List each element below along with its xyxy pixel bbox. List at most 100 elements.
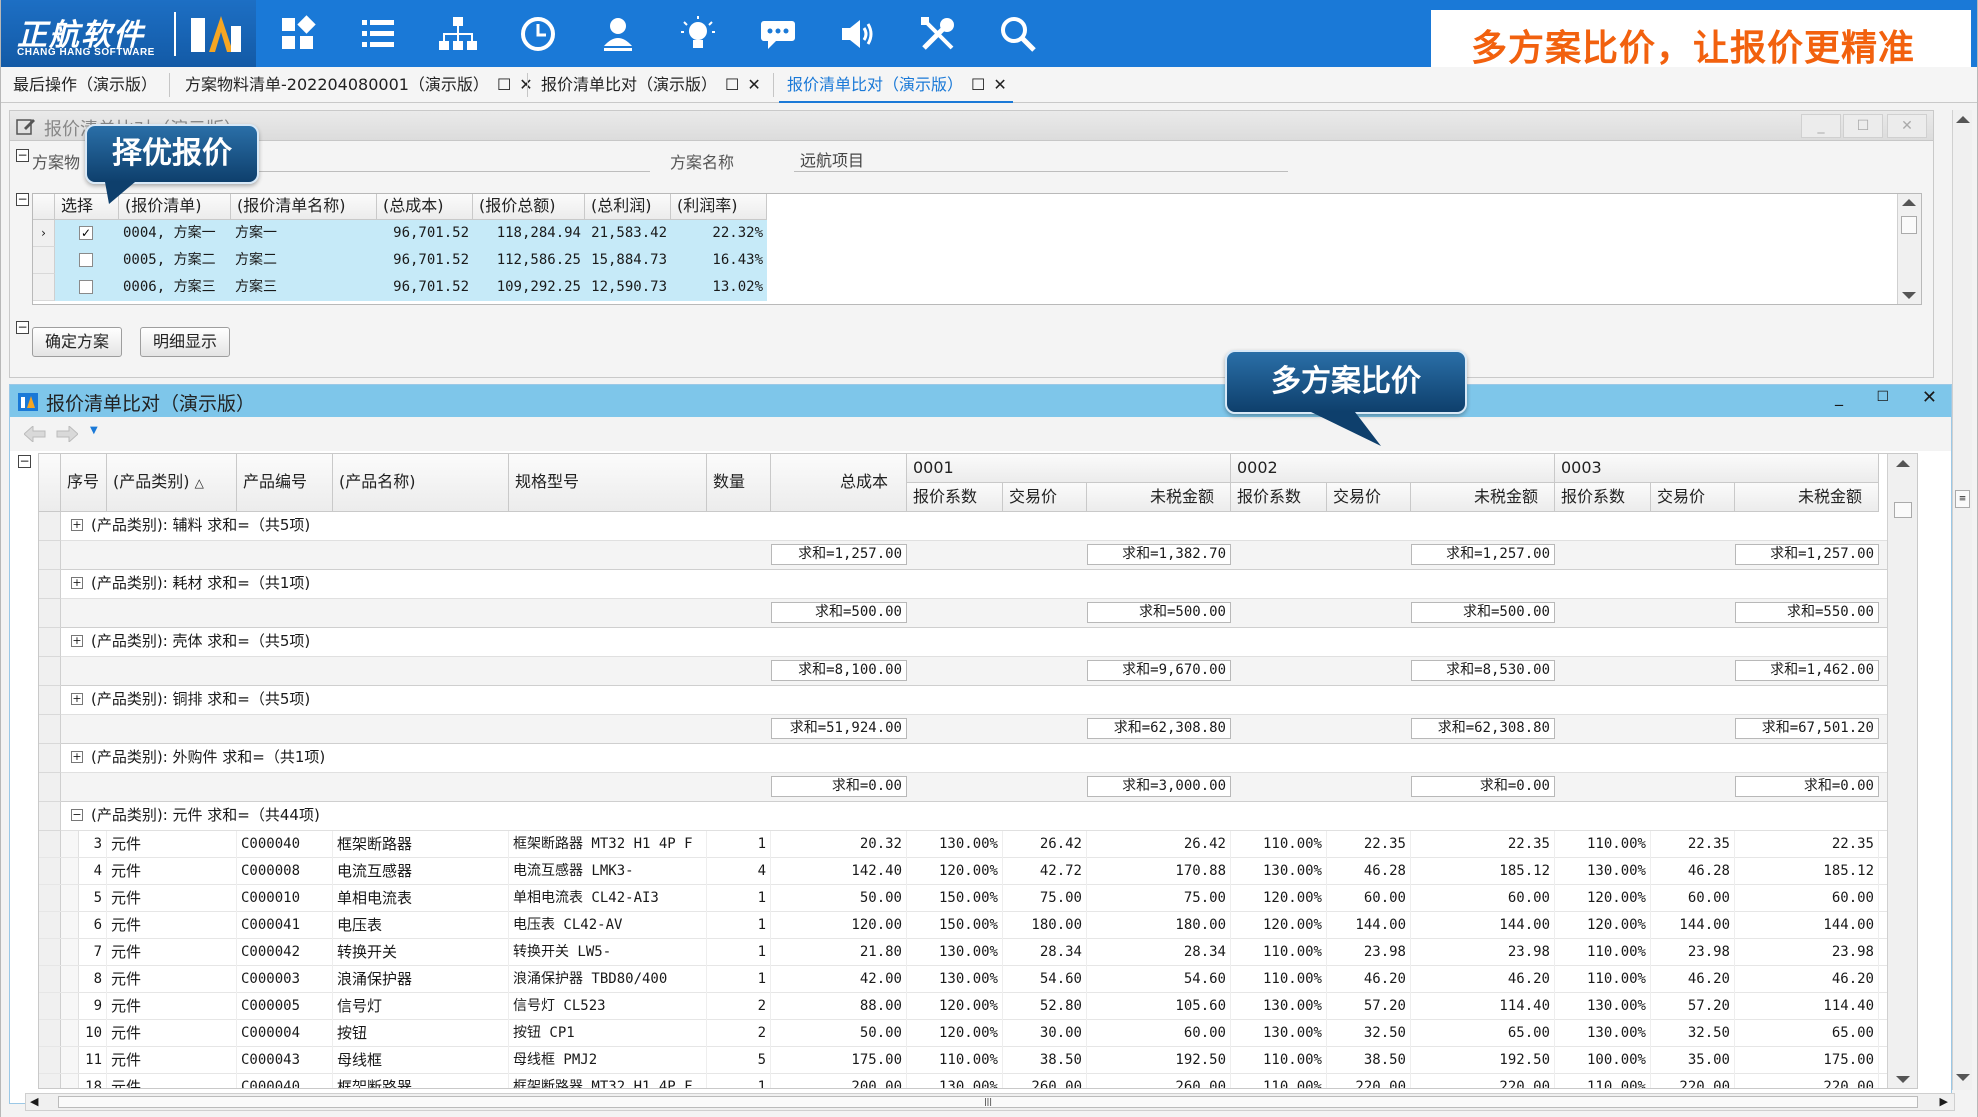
item-row[interactable]: 9 元件 C000005 信号灯 信号灯 CL523 2 88.00 120.00% 52.80… xyxy=(39,993,1889,1020)
tab-close-icon[interactable]: ✕ xyxy=(519,67,532,103)
speaker-icon[interactable] xyxy=(838,14,878,54)
close-icon[interactable]: ✕ xyxy=(1922,387,1937,408)
col-total-profit[interactable]: (总利润) xyxy=(585,194,671,220)
scroll-thumb[interactable] xyxy=(1894,502,1912,518)
search-icon[interactable] xyxy=(998,14,1038,54)
group-row-open[interactable]: − (产品类别): 元件 求和=（共44项) xyxy=(61,802,1916,831)
tab-last-operation[interactable]: 最后操作（演示版） xyxy=(13,67,157,103)
tab-quote-compare-1[interactable]: 报价清单比对（演示版） ☐ ✕ xyxy=(541,67,761,103)
col-quote-id[interactable]: (报价清单) xyxy=(119,194,231,220)
horizontal-scrollbar[interactable]: ◀ ||| ▶ xyxy=(25,1093,1955,1111)
collapse-icon[interactable]: − xyxy=(16,193,29,206)
grid-scrollbar[interactable] xyxy=(1897,194,1921,304)
tab-restore-icon[interactable]: ☐ xyxy=(971,67,985,103)
col-quote-name[interactable]: (报价清单名称) xyxy=(231,194,377,220)
col-amount-2[interactable]: 未税金额 xyxy=(1411,483,1555,512)
expand-icon[interactable]: + xyxy=(71,635,83,647)
collapse-icon[interactable]: − xyxy=(71,809,83,821)
col-price-1[interactable]: 交易价 xyxy=(1003,483,1087,512)
col-quote-total[interactable]: (报价总额) xyxy=(473,194,585,220)
maximize-button[interactable]: ☐ xyxy=(1843,114,1883,138)
group-row[interactable]: + (产品类别): 铜排 求和=（共5项) xyxy=(61,686,1916,715)
col-price-2[interactable]: 交易价 xyxy=(1327,483,1411,512)
expand-icon[interactable]: + xyxy=(71,519,83,531)
tab-restore-icon[interactable]: ☐ xyxy=(497,67,511,103)
tools-icon[interactable] xyxy=(918,14,958,54)
maximize-icon[interactable]: ☐ xyxy=(1876,389,1889,405)
org-chart-icon[interactable] xyxy=(438,14,478,54)
scroll-up-icon[interactable] xyxy=(1956,116,1970,123)
scroll-up-icon[interactable] xyxy=(1902,199,1916,206)
col-profit-rate[interactable]: (利润率) xyxy=(671,194,767,220)
forward-arrow-icon[interactable] xyxy=(56,426,78,442)
group-row[interactable]: + (产品类别): 辅料 求和=（共5项) xyxy=(61,512,1916,541)
field-value-plan-name[interactable]: 远航项目 xyxy=(800,147,864,171)
group-row[interactable]: + (产品类别): 耗材 求和=（共1项) xyxy=(61,570,1916,599)
chat-icon[interactable] xyxy=(758,14,798,54)
col-amount-1[interactable]: 未税金额 xyxy=(1087,483,1231,512)
scroll-down-icon[interactable] xyxy=(1956,1074,1970,1081)
collapse-icon[interactable]: − xyxy=(16,149,29,162)
item-row[interactable]: 5 元件 C000010 单相电流表 单相电流表 CL42-AI3 1 50.00 150.0… xyxy=(39,885,1889,912)
col-seq[interactable]: 序号 xyxy=(61,454,107,512)
tab-restore-icon[interactable]: ☐ xyxy=(725,67,739,103)
col-qty[interactable]: 数量 xyxy=(707,454,771,512)
item-row[interactable]: 6 元件 C000041 电压表 电压表 CL42-AV 1 120.00 150.00% 18… xyxy=(39,912,1889,939)
item-row[interactable]: 8 元件 C000003 浪涌保护器 浪涌保护器 TBD80/400 1 42.00 130.… xyxy=(39,966,1889,993)
scroll-down-icon[interactable] xyxy=(1896,1076,1910,1083)
minimize-button[interactable]: _ xyxy=(1801,114,1841,138)
group-row[interactable]: + (产品类别): 壳体 求和=（共5项) xyxy=(61,628,1916,657)
close-button[interactable]: ✕ xyxy=(1887,114,1927,138)
col-coef-2[interactable]: 报价系数 xyxy=(1231,483,1327,512)
dashboard-icon[interactable] xyxy=(278,14,318,54)
scroll-right-icon[interactable]: ▶ xyxy=(1940,1095,1948,1108)
group-row[interactable]: + (产品类别): 外购件 求和=（共1项) xyxy=(61,744,1916,773)
scroll-down-icon[interactable] xyxy=(1902,292,1916,299)
quote-row[interactable]: ✓ 0004, 方案一 方案一 96,701.52 118,284.94 21,… xyxy=(55,220,767,247)
main-scrollbar[interactable]: ≡ xyxy=(1952,110,1972,1090)
col-amount-3[interactable]: 未税金额 xyxy=(1735,483,1879,512)
lightbulb-icon[interactable] xyxy=(678,14,718,54)
tab-close-icon[interactable]: ✕ xyxy=(993,67,1006,103)
item-row[interactable]: 11 元件 C000043 母线框 母线框 PMJ2 5 175.00 110.00% 38.5… xyxy=(39,1047,1889,1074)
scroll-thumb[interactable]: ≡ xyxy=(1955,490,1970,508)
item-row[interactable]: 7 元件 C000042 转换开关 转换开关 LW5- 1 21.80 130.00% 28.3… xyxy=(39,939,1889,966)
item-row[interactable]: 4 元件 C000008 电流互感器 电流互感器 LMK3- 4 142.40 120.00%… xyxy=(39,858,1889,885)
tab-quote-compare-2[interactable]: 报价清单比对（演示版） ☐ ✕ xyxy=(779,67,1013,103)
dropdown-icon[interactable]: ▼ xyxy=(90,425,98,436)
col-price-3[interactable]: 交易价 xyxy=(1651,483,1735,512)
col-coef-3[interactable]: 报价系数 xyxy=(1555,483,1651,512)
quote-row[interactable]: 0005, 方案二 方案二 96,701.52 112,586.25 15,88… xyxy=(55,247,767,274)
scroll-thumb[interactable] xyxy=(1901,216,1917,234)
confirm-plan-button[interactable]: 确定方案 xyxy=(32,327,122,357)
item-row[interactable]: 18 元件 C000040 框架断路器 框架断路器 MT32 H1 4P F 1 200.0… xyxy=(39,1074,1889,1088)
col-total-cost[interactable]: 总成本 xyxy=(771,454,907,512)
col-total-cost[interactable]: (总成本) xyxy=(377,194,473,220)
h-scroll-thumb[interactable]: ||| xyxy=(58,1096,1918,1108)
detail-view-button[interactable]: 明细显示 xyxy=(140,327,230,357)
user-icon[interactable] xyxy=(598,14,638,54)
col-category[interactable]: (产品类别) △ xyxy=(107,454,237,512)
sort-asc-icon[interactable]: △ xyxy=(195,476,204,490)
item-row[interactable]: 3 元件 C000040 框架断路器 框架断路器 MT32 H1 4P F 1 20.32 1… xyxy=(39,831,1889,858)
col-spec[interactable]: 规格型号 xyxy=(509,454,707,512)
expand-icon[interactable]: + xyxy=(71,751,83,763)
scroll-left-icon[interactable]: ◀ xyxy=(30,1095,38,1108)
grid-scrollbar[interactable] xyxy=(1887,454,1917,1088)
minimize-icon[interactable]: _ xyxy=(1835,387,1843,406)
col-coef-1[interactable]: 报价系数 xyxy=(907,483,1003,512)
field-input-plan[interactable] xyxy=(190,171,650,172)
tab-bom[interactable]: 方案物料清单-202204080001（演示版） ☐ ✕ xyxy=(185,67,533,103)
expand-icon[interactable]: + xyxy=(71,693,83,705)
scroll-up-icon[interactable] xyxy=(1896,460,1910,467)
collapse-icon[interactable]: − xyxy=(18,455,31,468)
expand-icon[interactable]: + xyxy=(71,577,83,589)
quote-row[interactable]: 0006, 方案三 方案三 96,701.52 109,292.25 12,59… xyxy=(55,274,767,301)
select-checkbox[interactable]: ✓ xyxy=(79,226,93,240)
clock-icon[interactable] xyxy=(518,14,558,54)
col-product-name[interactable]: (产品名称) xyxy=(333,454,509,512)
col-code[interactable]: 产品编号 xyxy=(237,454,333,512)
tab-close-icon[interactable]: ✕ xyxy=(747,67,760,103)
list-icon[interactable] xyxy=(358,14,398,54)
back-arrow-icon[interactable] xyxy=(24,426,46,442)
